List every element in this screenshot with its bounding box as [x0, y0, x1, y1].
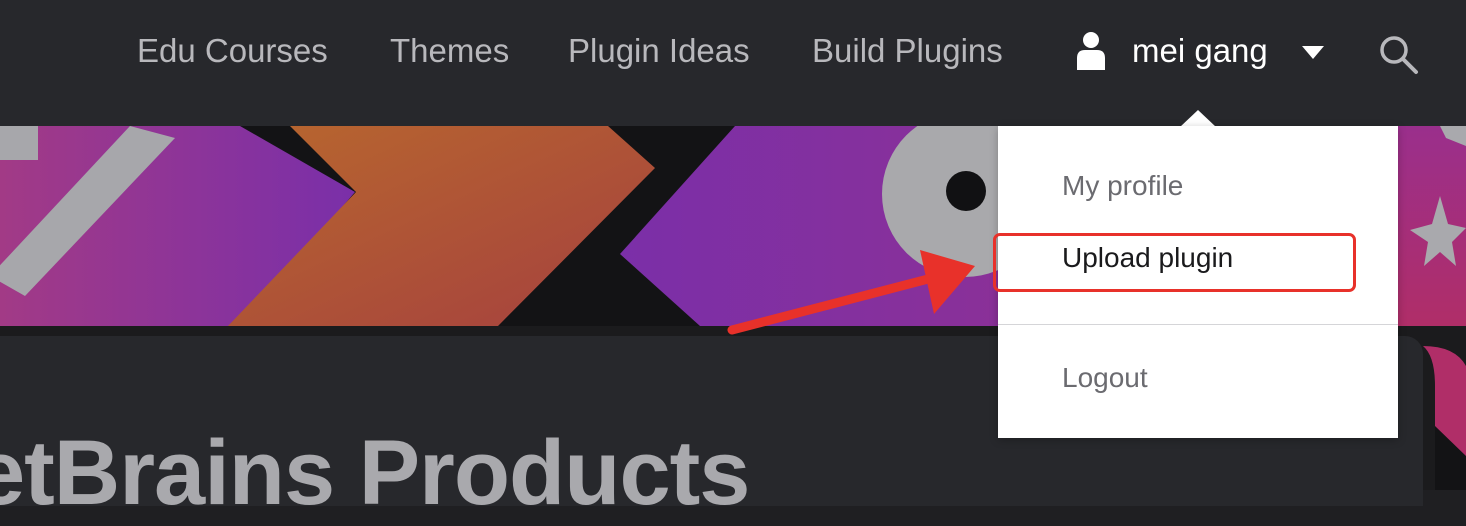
- dropdown-caret: [1180, 110, 1216, 127]
- nav-link-plugin-ideas[interactable]: Plugin Ideas: [568, 32, 750, 70]
- menu-divider: [998, 324, 1398, 325]
- person-icon: [1077, 32, 1105, 70]
- caret-down-icon: [1302, 46, 1324, 59]
- nav-link-edu-courses[interactable]: Edu Courses: [137, 32, 328, 70]
- nav-link-themes[interactable]: Themes: [390, 32, 509, 70]
- top-navbar: Edu Courses Themes Plugin Ideas Build Pl…: [0, 0, 1466, 126]
- menu-item-logout[interactable]: Logout: [1062, 362, 1148, 394]
- annotation-arrow: [727, 250, 975, 335]
- nav-link-build-plugins[interactable]: Build Plugins: [812, 32, 1003, 70]
- menu-item-my-profile[interactable]: My profile: [1062, 170, 1183, 202]
- search-icon[interactable]: [1379, 35, 1419, 75]
- annotation-highlight-box: [993, 233, 1356, 292]
- user-name: mei gang: [1132, 32, 1268, 69]
- hero-title: etBrains Products: [0, 422, 750, 524]
- decorative-shape-right: [1423, 346, 1466, 490]
